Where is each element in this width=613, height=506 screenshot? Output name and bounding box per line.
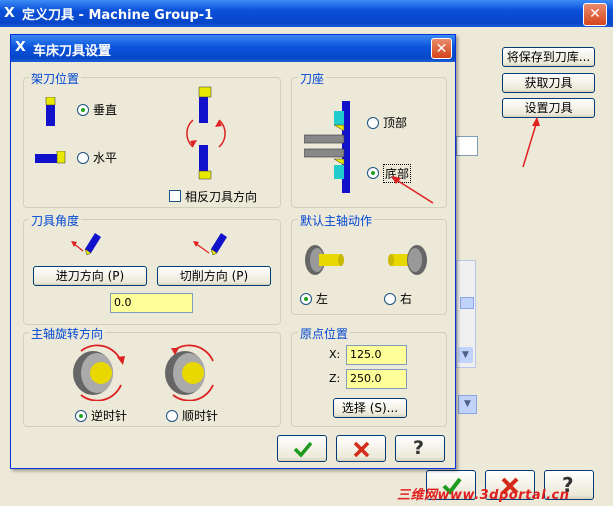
rotation-ccw-radio[interactable] [75,410,87,422]
rotation-cw-radio[interactable] [166,410,178,422]
rotation-cw-label: 顺时针 [182,409,219,423]
background-close-icon[interactable]: ✕ [583,3,607,26]
background-window-title: 定义刀具 - Machine Group-1 [22,8,214,23]
dialog-title: 车床刀具设置 [33,44,112,59]
cross-icon [353,441,370,458]
select-origin-button[interactable]: 选择 (S)... [333,398,407,418]
ok-button[interactable] [277,435,327,462]
plunge-direction-button[interactable]: 进刀方向 (P) [33,266,147,286]
tool-angle-input[interactable]: 0.0 [110,293,193,313]
spindle-right-radio[interactable] [384,293,396,305]
default-spindle-label: 默认主轴动作 [298,212,375,229]
spindle-right-label: 右 [400,292,413,306]
cancel-button[interactable] [336,435,386,462]
dropdown-arrow-icon[interactable]: ▼ [458,395,477,414]
checkmark-icon [293,441,313,458]
scroll-down-icon[interactable]: ▼ [458,347,473,363]
background-input-field[interactable] [456,136,478,156]
cut-direction-button[interactable]: 切削方向 (P) [157,266,271,286]
spindle-left-radio[interactable] [300,293,312,305]
spindle-right-icon [388,245,427,275]
rotation-ccw-label: 逆时针 [91,409,128,423]
plunge-direction-icon [71,233,101,256]
get-tool-button[interactable]: 获取刀具 [502,73,595,93]
tool-mounting-label: 架刀位置 [29,70,82,87]
tool-angle-label: 刀具角度 [29,212,82,229]
app-icon: ꓫ [4,5,15,21]
scrollbar-thumb[interactable] [460,297,474,309]
origin-x-label: X: [329,348,341,361]
watermark-text: 三维网www.3dportal.cn [397,488,570,503]
spindle-rotation-label: 主轴旋转方向 [29,325,106,342]
tool-holder-illustration-icon [304,101,350,193]
help-button[interactable]: ? [395,435,445,462]
origin-z-label: Z: [329,372,341,385]
annotation-arrow-icon [391,176,434,204]
origin-position-label: 原点位置 [298,325,351,342]
horizontal-radio[interactable] [77,152,89,164]
vertical-label: 垂直 [93,103,118,117]
lathe-tool-settings-dialog: ꓫ 车床刀具设置 ✕ 架刀位置 垂直 水平 相反刀具方向 刀座 顶部 底部 刀具… [10,34,456,469]
cut-direction-icon [193,233,227,256]
reverse-direction-label: 相反刀具方向 [185,190,258,204]
clockwise-spindle-icon [165,344,214,401]
background-scrollbar[interactable]: ▼ [456,260,476,368]
origin-z-input[interactable]: 250.0 [346,369,407,389]
vertical-tool-icon [45,97,56,126]
reverse-direction-checkbox[interactable] [169,190,181,202]
vertical-radio[interactable] [77,104,89,116]
tool-holder-label: 刀座 [298,70,327,87]
horizontal-tool-icon [35,151,66,164]
save-to-library-button[interactable]: 将保存到刀库... [502,47,595,67]
holder-top-label: 顶部 [383,116,408,130]
annotation-arrow-icon [522,117,540,168]
counterclockwise-spindle-icon [73,344,125,401]
holder-bottom-radio[interactable] [367,167,379,179]
spindle-left-icon [305,245,344,275]
reverse-direction-icon [186,86,226,180]
dialog-app-icon: ꓫ [15,39,26,55]
holder-top-radio[interactable] [367,117,379,129]
dialog-close-icon[interactable]: ✕ [431,38,452,59]
spindle-left-label: 左 [316,292,329,306]
origin-x-input[interactable]: 125.0 [346,345,407,365]
horizontal-label: 水平 [93,151,118,165]
spindle-rotation-group [23,332,281,427]
help-icon: ? [413,437,425,459]
